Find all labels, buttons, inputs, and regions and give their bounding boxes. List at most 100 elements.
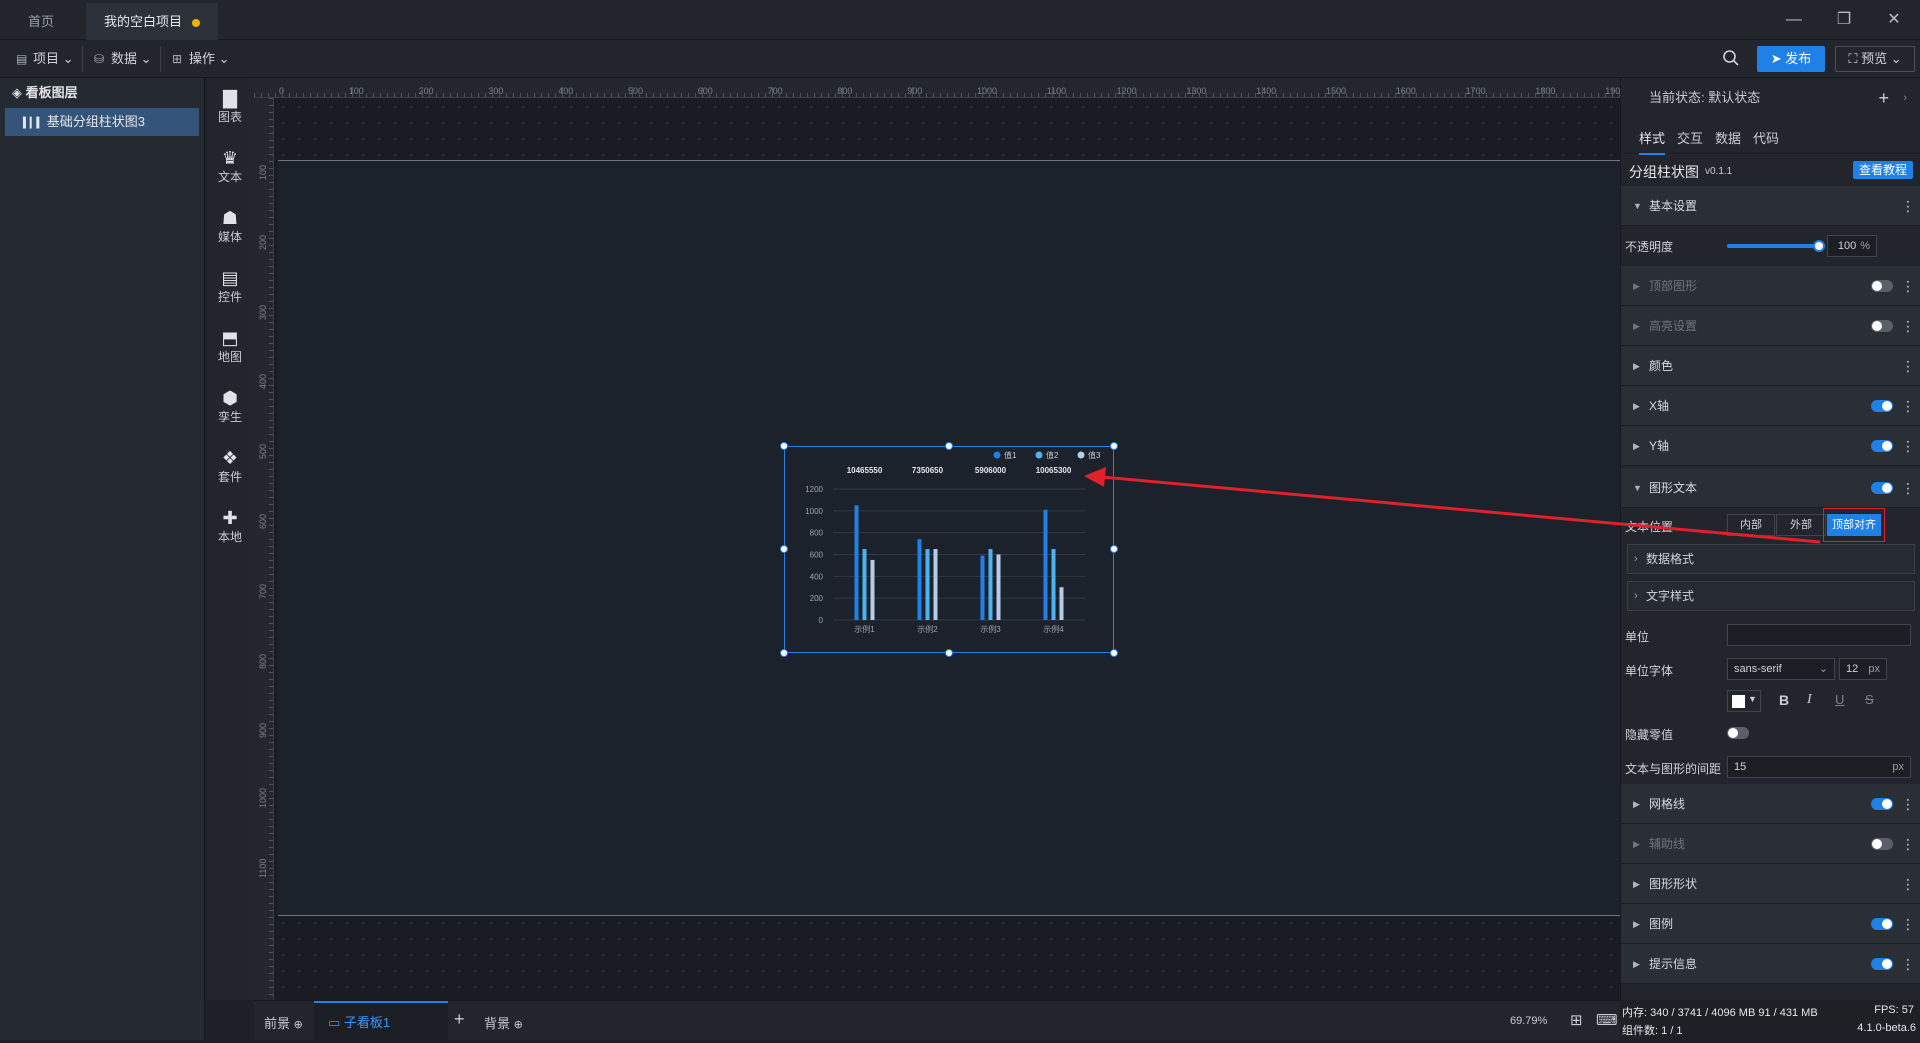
tab-interaction[interactable]: 交互 <box>1677 128 1703 147</box>
fit-screen-icon[interactable]: ⊞ <box>1570 1011 1583 1029</box>
tool-kit[interactable]: ❖ 套件 <box>206 448 254 485</box>
more-icon[interactable]: ⋮ <box>1901 346 1915 386</box>
ruler-tick <box>1269 93 1270 97</box>
resize-handle[interactable] <box>1110 545 1118 553</box>
minimize-icon[interactable]: — <box>1772 0 1816 40</box>
unit-font-size-input[interactable]: 12 px <box>1839 658 1887 680</box>
section-toggle[interactable] <box>1871 280 1893 292</box>
tool-local[interactable]: ✚ 本地 <box>206 508 254 545</box>
tab-foreground[interactable]: 前景 ⊕ <box>264 1013 303 1032</box>
more-icon[interactable]: ⋮ <box>1901 306 1915 346</box>
resize-handle[interactable] <box>945 649 953 657</box>
close-icon[interactable]: ✕ <box>1872 0 1916 40</box>
search-icon[interactable] <box>1722 49 1740 72</box>
section-item[interactable]: ▶ X轴 ⋮ <box>1621 386 1920 426</box>
keyboard-icon[interactable]: ⌨ <box>1596 1011 1618 1029</box>
section-toggle[interactable] <box>1871 838 1893 850</box>
section-item[interactable]: ▶ 提示信息 ⋮ <box>1621 944 1920 984</box>
hide-zero-toggle[interactable] <box>1727 727 1749 739</box>
text-style-group[interactable]: › 文字样式 <box>1627 581 1915 611</box>
text-pos-inside[interactable]: 内部 <box>1727 514 1775 536</box>
section-graph-text[interactable]: ▼ 图形文本 ⋮ <box>1621 468 1920 508</box>
resize-handle[interactable] <box>945 442 953 450</box>
graph-text-toggle[interactable] <box>1871 482 1893 494</box>
tool-chart[interactable]: ▇ 图表 <box>206 88 254 125</box>
section-item[interactable]: ▶ 高亮设置 ⋮ <box>1621 306 1920 346</box>
text-pos-outside[interactable]: 外部 <box>1776 514 1826 536</box>
data-format-group[interactable]: › 数据格式 <box>1627 544 1915 574</box>
tab-project[interactable]: 我的空白项目 <box>86 3 219 40</box>
tool-text[interactable]: ♛ 文本 <box>206 148 254 185</box>
section-item[interactable]: ▶ 辅助线 ⋮ <box>1621 824 1920 864</box>
publish-button[interactable]: ➤ 发布 <box>1757 46 1825 72</box>
tool-media[interactable]: ☗ 媒体 <box>206 208 254 245</box>
chart-widget[interactable]: 0 200 400 600 800 1000 1200 示例1 10465550 示例2 73506… <box>784 446 1114 653</box>
tab-subboard[interactable]: ▭ 子看板1 <box>314 1001 448 1041</box>
section-item[interactable]: ▶ Y轴 ⋮ <box>1621 426 1920 466</box>
y-tick-label: 600 <box>810 551 824 560</box>
section-toggle[interactable] <box>1871 918 1893 930</box>
more-icon[interactable]: ⋮ <box>1901 468 1915 508</box>
resize-handle[interactable] <box>780 442 788 450</box>
more-icon[interactable]: ⋮ <box>1901 864 1915 904</box>
more-icon[interactable]: ⋮ <box>1901 904 1915 944</box>
strikethrough-icon[interactable]: S <box>1865 692 1874 707</box>
unit-input[interactable] <box>1727 624 1911 646</box>
italic-icon[interactable]: I <box>1807 692 1812 708</box>
opacity-slider[interactable] <box>1727 240 1825 252</box>
opacity-input[interactable]: 100 % <box>1827 235 1877 257</box>
more-icon[interactable]: ⋮ <box>1901 784 1915 824</box>
section-item[interactable]: ▶ 网格线 ⋮ <box>1621 784 1920 824</box>
tutorial-button[interactable]: 查看教程 <box>1852 161 1913 179</box>
section-toggle[interactable] <box>1871 798 1893 810</box>
more-icon[interactable]: ⋮ <box>1901 266 1915 306</box>
section-item[interactable]: ▶ 顶部图形 ⋮ <box>1621 266 1920 306</box>
more-icon[interactable]: ⋮ <box>1901 944 1915 984</box>
tab-home[interactable]: 首页 <box>10 3 72 40</box>
preview-button[interactable]: ⛶ 预览 ⌄ <box>1835 46 1915 72</box>
ruler-tick <box>269 147 273 148</box>
bold-icon[interactable]: B <box>1779 692 1789 708</box>
ruler-tick <box>269 98 273 99</box>
tool-map[interactable]: ⬒ 地图 <box>206 328 254 365</box>
layer-item[interactable]: ▍▎▍ 基础分组柱状图3 <box>5 108 199 136</box>
add-board-icon[interactable]: + <box>454 1009 465 1030</box>
chevron-right-icon[interactable]: › <box>1903 78 1907 118</box>
resize-handle[interactable] <box>1110 442 1118 450</box>
menu-project[interactable]: ▤ 项目 ⌄ <box>12 48 74 70</box>
resize-handle[interactable] <box>780 545 788 553</box>
resize-handle[interactable] <box>1110 649 1118 657</box>
ruler-tick <box>1108 93 1109 97</box>
section-item[interactable]: ▶ 颜色 ⋮ <box>1621 346 1920 386</box>
more-icon[interactable]: ⋮ <box>1901 824 1915 864</box>
text-gap-input[interactable]: 15 px <box>1727 756 1911 778</box>
color-picker[interactable]: ▼ <box>1727 690 1761 712</box>
tab-code[interactable]: 代码 <box>1753 128 1779 147</box>
unit-font-select[interactable]: sans-serif ⌄ <box>1727 658 1835 680</box>
tab-data[interactable]: 数据 <box>1715 128 1741 147</box>
tab-background[interactable]: 背景 ⊕ <box>484 1013 523 1032</box>
section-basic[interactable]: ▼ 基本设置 ⋮ <box>1621 186 1920 226</box>
underline-icon[interactable]: U <box>1835 692 1844 707</box>
more-icon[interactable]: ⋮ <box>1901 426 1915 466</box>
section-toggle[interactable] <box>1871 320 1893 332</box>
section-toggle[interactable] <box>1871 400 1893 412</box>
zoom-level[interactable]: 69.79% <box>1510 1015 1547 1027</box>
more-icon[interactable]: ⋮ <box>1901 186 1915 226</box>
section-item[interactable]: ▶ 图例 ⋮ <box>1621 904 1920 944</box>
section-toggle[interactable] <box>1871 440 1893 452</box>
tab-style[interactable]: 样式 <box>1639 128 1666 155</box>
menu-operation[interactable]: ⊞ 操作 ⌄ <box>168 48 230 70</box>
tool-control[interactable]: ▤ 控件 <box>206 268 254 305</box>
restore-icon[interactable]: ❐ <box>1822 0 1866 40</box>
tool-twin[interactable]: ⬢ 孪生 <box>206 388 254 425</box>
canvas-area[interactable]: 0 100 200 300 400 500 600 700 800 900 1000 1100 1200… <box>254 78 1620 1000</box>
more-icon[interactable]: ⋮ <box>1901 386 1915 426</box>
section-toggle[interactable] <box>1871 958 1893 970</box>
section-item[interactable]: ▶ 图形形状 ⋮ <box>1621 864 1920 904</box>
opacity-slider-thumb[interactable] <box>1813 240 1825 252</box>
state-value[interactable]: 默认状态 <box>1708 90 1760 105</box>
menu-data[interactable]: ⛁ 数据 ⌄ <box>90 48 152 70</box>
resize-handle[interactable] <box>780 649 788 657</box>
add-state-icon[interactable]: + <box>1878 78 1889 118</box>
